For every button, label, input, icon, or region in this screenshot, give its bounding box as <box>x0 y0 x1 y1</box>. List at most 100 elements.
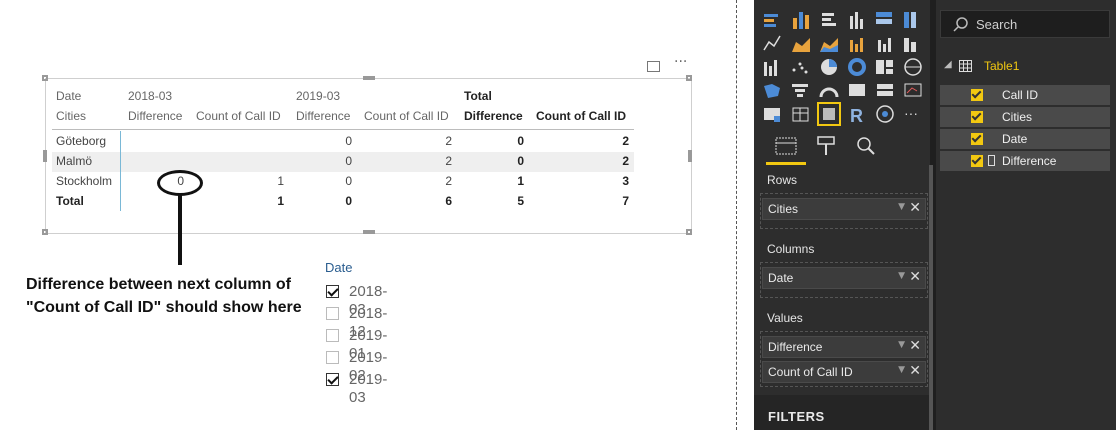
field-checked-icon[interactable] <box>971 111 983 123</box>
card-icon[interactable] <box>849 84 865 96</box>
line-chart-icon[interactable] <box>763 35 781 51</box>
matrix-cell: 6 <box>445 194 452 208</box>
remove-field-icon[interactable]: ✕ <box>909 200 921 216</box>
r-visual-icon[interactable]: R <box>850 106 863 126</box>
matrix-cell: 0 <box>345 174 352 188</box>
unchecked-checkbox-icon[interactable] <box>326 307 339 320</box>
100-stacked-column-chart-icon[interactable] <box>904 12 916 28</box>
measure-header[interactable]: Count of Call ID <box>196 106 281 126</box>
annotation-ellipse <box>157 170 203 196</box>
columns-well-date[interactable]: Date ▼ ✕ <box>762 267 926 289</box>
measure-header[interactable]: Difference <box>296 106 350 126</box>
resize-handle[interactable] <box>686 75 692 81</box>
stacked-area-chart-icon[interactable] <box>820 38 838 52</box>
resize-handle[interactable] <box>42 229 48 235</box>
arcgis-map-icon[interactable] <box>876 105 894 123</box>
format-roller-icon[interactable] <box>817 136 835 155</box>
remove-field-icon[interactable]: ✕ <box>909 269 921 285</box>
values-well-count-of-call-id[interactable]: Count of Call ID ▼ ✕ <box>762 361 926 383</box>
clustered-bar-chart-icon[interactable] <box>822 13 836 26</box>
pane-scrollbar[interactable] <box>929 165 933 430</box>
remove-field-icon[interactable]: ✕ <box>909 363 921 379</box>
unchecked-checkbox-icon[interactable] <box>326 351 339 364</box>
dropdown-caret-icon[interactable]: ▼ <box>898 271 905 281</box>
100-stacked-bar-chart-icon[interactable] <box>876 12 892 24</box>
column-header-total[interactable]: Total <box>464 86 492 106</box>
measure-header[interactable]: Count of Call ID <box>364 106 449 126</box>
resize-handle[interactable] <box>363 230 375 234</box>
gauge-icon[interactable] <box>819 87 839 98</box>
column-header-2018-03[interactable]: 2018-03 <box>128 86 172 106</box>
row-header-city[interactable]: Malmö <box>56 153 92 169</box>
values-well-difference[interactable]: Difference ▼ ✕ <box>762 336 926 358</box>
field-item[interactable]: Cities <box>940 107 1110 127</box>
collapse-chevron-icon[interactable]: ◢ <box>944 59 952 70</box>
column-header-2019-03[interactable]: 2019-03 <box>296 86 340 106</box>
field-item[interactable]: Difference <box>940 151 1110 171</box>
remove-field-icon[interactable]: ✕ <box>909 338 921 354</box>
measure-header[interactable]: Count of Call ID <box>536 106 626 126</box>
well-field-label: Date <box>768 271 794 285</box>
field-item[interactable]: Call ID <box>940 85 1110 105</box>
dropdown-caret-icon[interactable]: ▼ <box>898 340 905 350</box>
matrix-cell: 0 <box>345 194 352 208</box>
scatter-chart-icon[interactable] <box>792 62 808 74</box>
slicer-icon[interactable] <box>764 108 780 122</box>
stacked-bar-chart-icon[interactable] <box>764 14 778 27</box>
more-options-icon[interactable]: ··· <box>674 54 687 70</box>
field-label: Call ID <box>1002 88 1039 102</box>
dropdown-caret-icon[interactable]: ▼ <box>898 365 905 375</box>
line-and-stacked-column-icon[interactable] <box>850 38 863 52</box>
unchecked-checkbox-icon[interactable] <box>326 329 339 342</box>
row-header-city[interactable]: Stockholm <box>56 173 112 189</box>
kpi-icon[interactable] <box>904 83 922 97</box>
treemap-icon[interactable] <box>876 60 893 74</box>
area-chart-icon[interactable] <box>792 38 810 52</box>
waterfall-chart-icon[interactable] <box>764 60 777 76</box>
table-name: Table1 <box>984 59 1020 73</box>
pie-chart-icon[interactable] <box>821 59 837 75</box>
more-visuals-icon[interactable]: ··· <box>904 105 918 121</box>
matrix-cell: 0 <box>517 154 524 168</box>
funnel-chart-icon[interactable] <box>792 84 808 97</box>
search-icon <box>953 17 968 32</box>
resize-handle[interactable] <box>686 229 692 235</box>
multi-row-card-icon[interactable] <box>877 84 893 96</box>
row-header-city[interactable]: Göteborg <box>56 133 106 149</box>
focus-mode-icon[interactable] <box>647 61 660 72</box>
map-icon[interactable] <box>904 58 922 76</box>
table-icon[interactable] <box>792 107 809 122</box>
dropdown-caret-icon[interactable]: ▼ <box>898 202 905 212</box>
checked-checkbox-icon[interactable] <box>326 285 339 298</box>
ribbon-chart-icon[interactable] <box>904 38 916 52</box>
field-checked-icon[interactable] <box>971 155 983 167</box>
field-checked-icon[interactable] <box>971 133 983 145</box>
fields-tab-icon[interactable] <box>775 137 797 155</box>
field-item[interactable]: Date <box>940 129 1110 149</box>
matrix-cell: 1 <box>517 174 524 188</box>
slicer-title: Date <box>325 260 353 275</box>
rows-well-cities[interactable]: Cities ▼ ✕ <box>762 198 926 220</box>
matrix-icon[interactable] <box>817 102 841 126</box>
search-placeholder: Search <box>976 17 1018 32</box>
measure-header[interactable]: Difference <box>128 106 182 126</box>
resize-handle[interactable] <box>363 76 375 80</box>
field-label: Cities <box>1002 110 1033 124</box>
donut-chart-icon[interactable] <box>848 58 866 76</box>
slicer-item-label: 2019-03 <box>349 371 388 406</box>
resize-handle[interactable] <box>42 75 48 81</box>
resize-handle[interactable] <box>688 150 692 162</box>
stacked-column-chart-icon[interactable] <box>793 12 809 29</box>
filled-map-icon[interactable] <box>764 84 780 98</box>
clustered-column-chart-icon[interactable] <box>850 12 863 29</box>
resize-handle[interactable] <box>43 150 47 162</box>
field-checked-icon[interactable] <box>971 89 983 101</box>
row-header-city[interactable]: Total <box>56 193 84 209</box>
analytics-magnifier-icon[interactable] <box>857 137 875 155</box>
fields-search-input[interactable]: Search <box>940 10 1110 38</box>
filters-label[interactable]: FILTERS <box>768 409 825 424</box>
checked-checkbox-icon[interactable] <box>326 373 339 386</box>
measure-header[interactable]: Difference <box>464 106 523 126</box>
line-and-clustered-column-icon[interactable] <box>878 38 891 52</box>
well-field-label: Difference <box>768 340 823 354</box>
